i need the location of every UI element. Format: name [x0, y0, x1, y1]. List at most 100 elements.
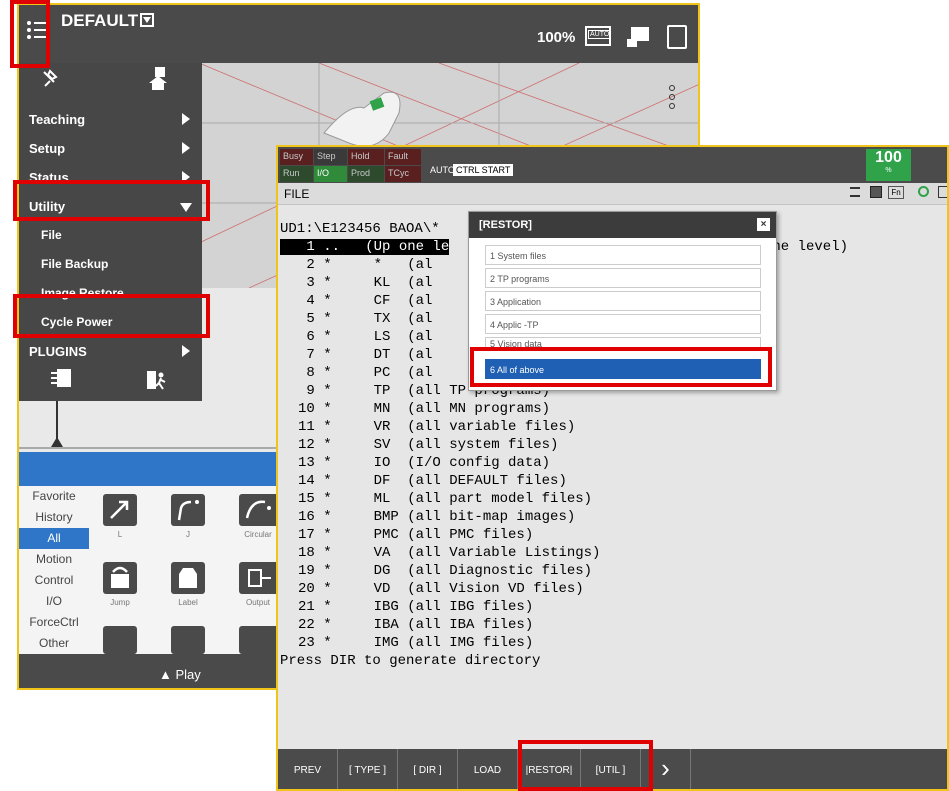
split-view-icon[interactable]: [870, 186, 882, 198]
document-list-icon[interactable]: [49, 367, 73, 391]
highlight-hamburger: [10, 0, 50, 68]
list-item[interactable]: 4 * CF (al: [298, 293, 432, 309]
restore-option-tp-programs[interactable]: 2 TP programs: [485, 268, 761, 288]
fkey-dir[interactable]: [ DIR ]: [398, 749, 458, 789]
list-item[interactable]: 21 * IBG (all IBG files): [298, 599, 533, 615]
chevron-right-icon: [182, 142, 190, 154]
chevron-right-icon: [182, 113, 190, 125]
highlight-cycle-power: [13, 294, 210, 338]
lamp-tcyc: TCyc: [385, 166, 421, 182]
lamp-fault: Fault: [385, 149, 421, 165]
jump-tile-icon[interactable]: [103, 562, 137, 594]
category-control[interactable]: Control: [19, 570, 89, 591]
joint-move-tile-icon[interactable]: [171, 494, 205, 526]
io-tile-icon[interactable]: [239, 626, 279, 654]
list-item[interactable]: 16 * BMP (all bit-map images): [298, 509, 575, 525]
list-item[interactable]: 10 * MN (all MN programs): [298, 401, 550, 417]
override-unit: %: [885, 167, 892, 174]
list-item[interactable]: 19 * DG (all Diagnostic files): [298, 563, 592, 579]
screen-title: FILE: [284, 187, 310, 201]
zoom-level: 100%: [537, 29, 576, 46]
list-item[interactable]: 15 * ML (all part model files): [298, 491, 592, 507]
list-item[interactable]: 6 * LS (al: [298, 329, 432, 345]
fkey-prev[interactable]: PREV: [278, 749, 338, 789]
list-item[interactable]: 20 * VD (all Vision VD files): [298, 581, 584, 597]
main-menu-panel: Teaching Setup Status Utility File File …: [19, 63, 202, 401]
list-item[interactable]: 14 * DF (all DEFAULT files): [298, 473, 567, 489]
lamp-prod: Prod: [348, 166, 384, 182]
menu-item-setup[interactable]: Setup: [19, 134, 202, 163]
instruction-tiles: L J Circular Jump Label Output: [89, 486, 279, 654]
tile-label: Label: [178, 598, 198, 607]
list-row-selected[interactable]: 1 .. (Up one le: [280, 239, 450, 255]
dropdown-icon[interactable]: [140, 13, 155, 27]
category-other[interactable]: Other: [19, 633, 89, 654]
highlight-utility: [13, 180, 210, 221]
list-item[interactable]: 3 * KL (al: [298, 275, 432, 291]
file-utility-screen: Busy Step Hold Fault Run I/O Prod TCyc A…: [276, 145, 949, 791]
list-item[interactable]: 17 * PMC (all PMC files): [298, 527, 533, 543]
list-item[interactable]: 22 * IBA (all IBA files): [298, 617, 533, 633]
menu-item-plugins[interactable]: PLUGINS: [19, 337, 202, 366]
dialog-title: [RESTOR]: [479, 219, 532, 231]
pin-icon[interactable]: [41, 69, 59, 89]
category-io[interactable]: I/O: [19, 591, 89, 612]
category-favorite[interactable]: Favorite: [19, 486, 89, 507]
highlight-restor-util-keys: [518, 740, 653, 791]
category-forcectrl[interactable]: ForceCtrl: [19, 612, 89, 633]
window-icon[interactable]: [938, 186, 947, 198]
linear-move-tile-icon[interactable]: [103, 494, 137, 526]
program-title[interactable]: DEFAULT: [61, 11, 155, 31]
list-icon[interactable]: [850, 187, 860, 197]
fkey-type[interactable]: [ TYPE ]: [338, 749, 398, 789]
chevron-right-icon: [182, 345, 190, 357]
list-item[interactable]: 2 * * (al: [298, 257, 432, 273]
exit-icon[interactable]: [145, 369, 167, 391]
restore-option-application[interactable]: 3 Application: [485, 291, 761, 311]
lamp-hold: Hold: [348, 149, 384, 165]
top-bar: DEFAULT 100% AUTO: [19, 5, 698, 63]
tile-label: J: [186, 530, 190, 539]
more-options-icon[interactable]: [669, 85, 675, 112]
list-item[interactable]: 23 * IMG (all IMG files): [298, 635, 533, 651]
program-title-text: DEFAULT: [61, 11, 139, 30]
override-indicator[interactable]: 100 %: [866, 149, 911, 181]
close-icon[interactable]: ×: [757, 218, 770, 231]
list-item[interactable]: 7 * DT (al: [298, 347, 432, 363]
tile-label: L: [117, 530, 123, 539]
list-item[interactable]: 12 * SV (all system files): [298, 437, 558, 453]
menu-item-file[interactable]: File: [19, 221, 202, 250]
restore-option-system-files[interactable]: 1 System files: [485, 245, 761, 265]
category-all[interactable]: All: [19, 528, 89, 549]
touch-screen-icon[interactable]: [667, 25, 687, 49]
override-value: 100: [875, 149, 902, 166]
menu-item-file-backup[interactable]: File Backup: [19, 250, 202, 279]
list-item[interactable]: 13 * IO (I/O config data): [298, 455, 550, 471]
circular-move-tile-icon[interactable]: [239, 494, 279, 526]
list-item[interactable]: 18 * VA (all Variable Listings): [298, 545, 600, 561]
screen-header: FILE Fn: [278, 183, 947, 205]
directory-path: UD1:\E123456 BAOA\*: [280, 221, 440, 237]
fn-icon[interactable]: Fn: [888, 186, 904, 199]
calculator-tile-icon[interactable]: [103, 626, 137, 654]
home-icon[interactable]: [147, 67, 169, 91]
fkey-load[interactable]: LOAD: [458, 749, 518, 789]
tile-label: Jump: [110, 598, 130, 607]
label-tile-icon[interactable]: [171, 562, 205, 594]
lamp-run: Run: [280, 166, 313, 182]
output-tile-icon[interactable]: [239, 562, 279, 594]
lamp-busy: Busy: [280, 149, 313, 165]
menu-item-teaching[interactable]: Teaching: [19, 105, 202, 134]
category-motion[interactable]: Motion: [19, 549, 89, 570]
gripper-tile-icon[interactable]: [171, 626, 205, 654]
zoom-in-icon[interactable]: [918, 186, 929, 197]
list-item[interactable]: 5 * TX (al: [298, 311, 432, 327]
category-history[interactable]: History: [19, 507, 89, 528]
list-item[interactable]: 11 * VR (all variable files): [298, 419, 575, 435]
ctrl-start-label: CTRL START: [453, 164, 514, 176]
list-item[interactable]: 8 * PC (al: [298, 365, 432, 381]
highlight-all-of-above: [470, 347, 772, 387]
restore-option-applic-tp[interactable]: 4 Applic -TP: [485, 314, 761, 334]
instruction-category-list: Favorite History All Motion Control I/O …: [19, 486, 89, 654]
teach-pendant-icon[interactable]: [627, 27, 649, 47]
